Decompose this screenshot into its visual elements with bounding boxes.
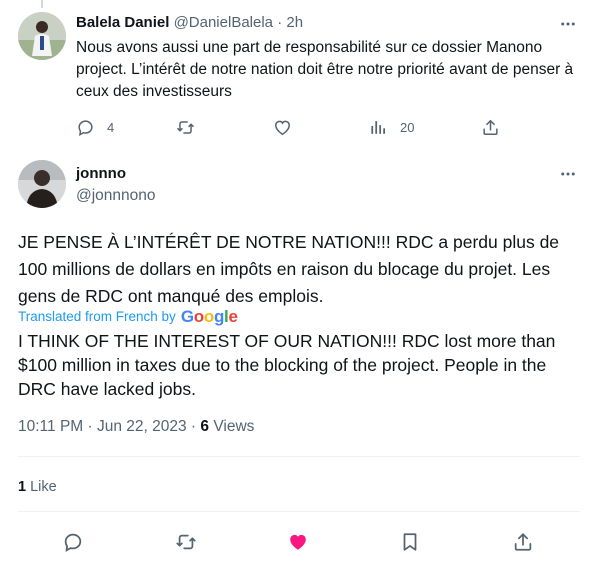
- views-count: 6: [200, 418, 210, 435]
- reply-count: 4: [107, 119, 115, 135]
- like-icon: [290, 534, 306, 550]
- author-handle[interactable]: @DanielBalela: [174, 14, 273, 31]
- divider: [18, 456, 580, 457]
- divider: [18, 511, 580, 512]
- author-name[interactable]: Balela Daniel: [76, 14, 169, 31]
- like-icon: [275, 120, 290, 135]
- tweet-text: Nous avons aussi une part de responsabil…: [76, 39, 574, 100]
- retweet-icon: [177, 120, 194, 134]
- author-handle[interactable]: @jonnnono: [76, 186, 156, 206]
- share-button[interactable]: [481, 114, 500, 140]
- reply-button[interactable]: [59, 528, 87, 556]
- likes-count: 1: [18, 479, 27, 495]
- timestamp[interactable]: 2h: [286, 14, 303, 31]
- translated-label: Translated from French by: [18, 309, 176, 324]
- separator-dot: ·: [190, 418, 197, 435]
- views-label: Views: [213, 418, 255, 435]
- author-name[interactable]: jonnno: [76, 164, 126, 184]
- translated-text: I THINK OF THE INTEREST OF OUR NATION!!!…: [18, 331, 556, 399]
- translation-attribution[interactable]: Translated from French by Google: [18, 307, 238, 327]
- google-logo: Google: [180, 307, 238, 326]
- bookmark-button[interactable]: [396, 528, 424, 556]
- tweet-text: JE PENSE À L’INTÉRÊT DE NOTRE NATION!!! …: [18, 232, 560, 306]
- views-button[interactable]: 20: [369, 114, 414, 140]
- bookmark-icon: [403, 533, 417, 551]
- separator-dot: ·: [277, 14, 283, 31]
- action-bar: [0, 528, 598, 556]
- tweet-timestamp[interactable]: 10:11 PM · Jun 22, 2023: [18, 418, 187, 435]
- share-button[interactable]: [509, 528, 537, 556]
- thread-line: [41, 0, 43, 8]
- reply-icon: [64, 533, 82, 552]
- likes-link[interactable]: 1 Like: [18, 477, 57, 497]
- likes-label: Like: [30, 479, 57, 495]
- share-icon: [514, 533, 532, 551]
- like-button[interactable]: [284, 528, 312, 556]
- more-icon[interactable]: [558, 14, 578, 34]
- reply-icon: [78, 119, 93, 136]
- action-bar: 4 20: [76, 114, 506, 140]
- views-count: 20: [400, 119, 415, 135]
- reply-tweet[interactable]: Balela Daniel @DanielBalela · 2h Nous av…: [0, 0, 598, 150]
- tweet-meta: 10:11 PM · Jun 22, 2023 · 6 Views: [18, 416, 254, 438]
- avatar[interactable]: [18, 160, 66, 208]
- reply-header: Balela Daniel @DanielBalela · 2h: [76, 13, 303, 33]
- reply-button[interactable]: 4: [76, 114, 114, 140]
- retweet-button[interactable]: [176, 114, 195, 140]
- like-button[interactable]: [273, 114, 292, 140]
- avatar[interactable]: [18, 12, 66, 60]
- views-icon: [371, 120, 385, 134]
- more-icon[interactable]: [558, 164, 578, 184]
- retweet-button[interactable]: [172, 528, 200, 556]
- share-icon: [483, 119, 498, 135]
- retweet-icon: [176, 534, 196, 550]
